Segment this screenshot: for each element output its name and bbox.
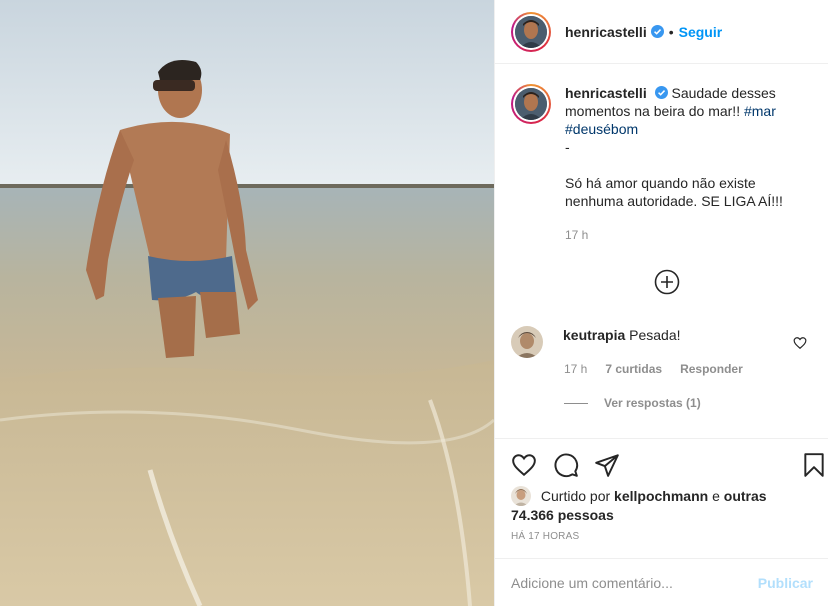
comment-meta: 17 h 7 curtidas Responder [564,362,743,376]
liker-avatar[interactable] [511,486,531,506]
separator-dot: • [668,23,674,40]
comment-icon[interactable] [553,452,579,478]
publish-button[interactable]: Publicar [758,575,813,591]
comment-composer: Publicar [495,558,828,606]
hashtag-mar[interactable]: #mar [744,103,776,119]
comment-like-heart-icon[interactable] [793,336,807,350]
liker-username[interactable]: kellpochmann [614,488,708,504]
avatar-image [511,486,531,506]
header-username[interactable]: henricastelli [565,24,647,40]
comment-likes[interactable]: 7 curtidas [605,362,662,376]
caption-time[interactable]: 17 h [565,226,811,244]
comment-username[interactable]: keutrapia [563,327,625,343]
comment-avatar[interactable] [511,326,543,358]
avatar-image [515,88,547,120]
bookmark-icon[interactable] [801,452,827,478]
caption-dash: - [565,139,570,155]
comment-body: keutrapia Pesada! [563,326,681,358]
post-caption: henricastelli Saudade desses momentos na… [511,84,811,244]
comment-item: keutrapia Pesada! [511,326,821,358]
plus-circle-icon[interactable] [654,269,680,295]
verified-badge-icon [650,25,664,38]
view-replies-button[interactable]: Ver respostas (1) [564,396,701,410]
avatar-image [511,326,543,358]
header-avatar[interactable] [511,11,551,52]
caption-username[interactable]: henricastelli [565,85,647,101]
view-replies-label: Ver respostas (1) [604,396,701,410]
post-timestamp[interactable]: HÁ 17 HORAS [511,531,579,542]
replies-divider [564,402,588,404]
likes-prefix: Curtido por [540,488,611,504]
paper-plane-icon[interactable] [594,452,620,478]
heart-icon[interactable] [511,452,537,478]
comment-input[interactable] [511,574,758,591]
hashtag-deusebom[interactable]: #deusébom [565,121,638,137]
post-header: henricastelli • Seguir [495,0,828,64]
beach-photo-illustration [0,0,494,606]
caption-body: henricastelli Saudade desses momentos na… [565,84,811,244]
verified-badge-icon [654,86,668,99]
likes-connector: e [712,488,720,504]
caption-line2: Só há amor quando não existe nenhuma aut… [565,175,783,209]
follow-button[interactable]: Seguir [679,24,723,40]
likes-summary: Curtido por kellpochmann e outras 74.366… [511,486,811,524]
post-sidebar: henricastelli • Seguir henricastelli Sau… [494,0,828,606]
avatar-image [515,15,547,48]
action-bar [495,438,828,490]
caption-avatar[interactable] [511,84,551,124]
reply-button[interactable]: Responder [680,362,743,376]
post-photo[interactable] [0,0,494,606]
comment-time[interactable]: 17 h [564,362,587,376]
comment-text: Pesada! [629,327,681,343]
